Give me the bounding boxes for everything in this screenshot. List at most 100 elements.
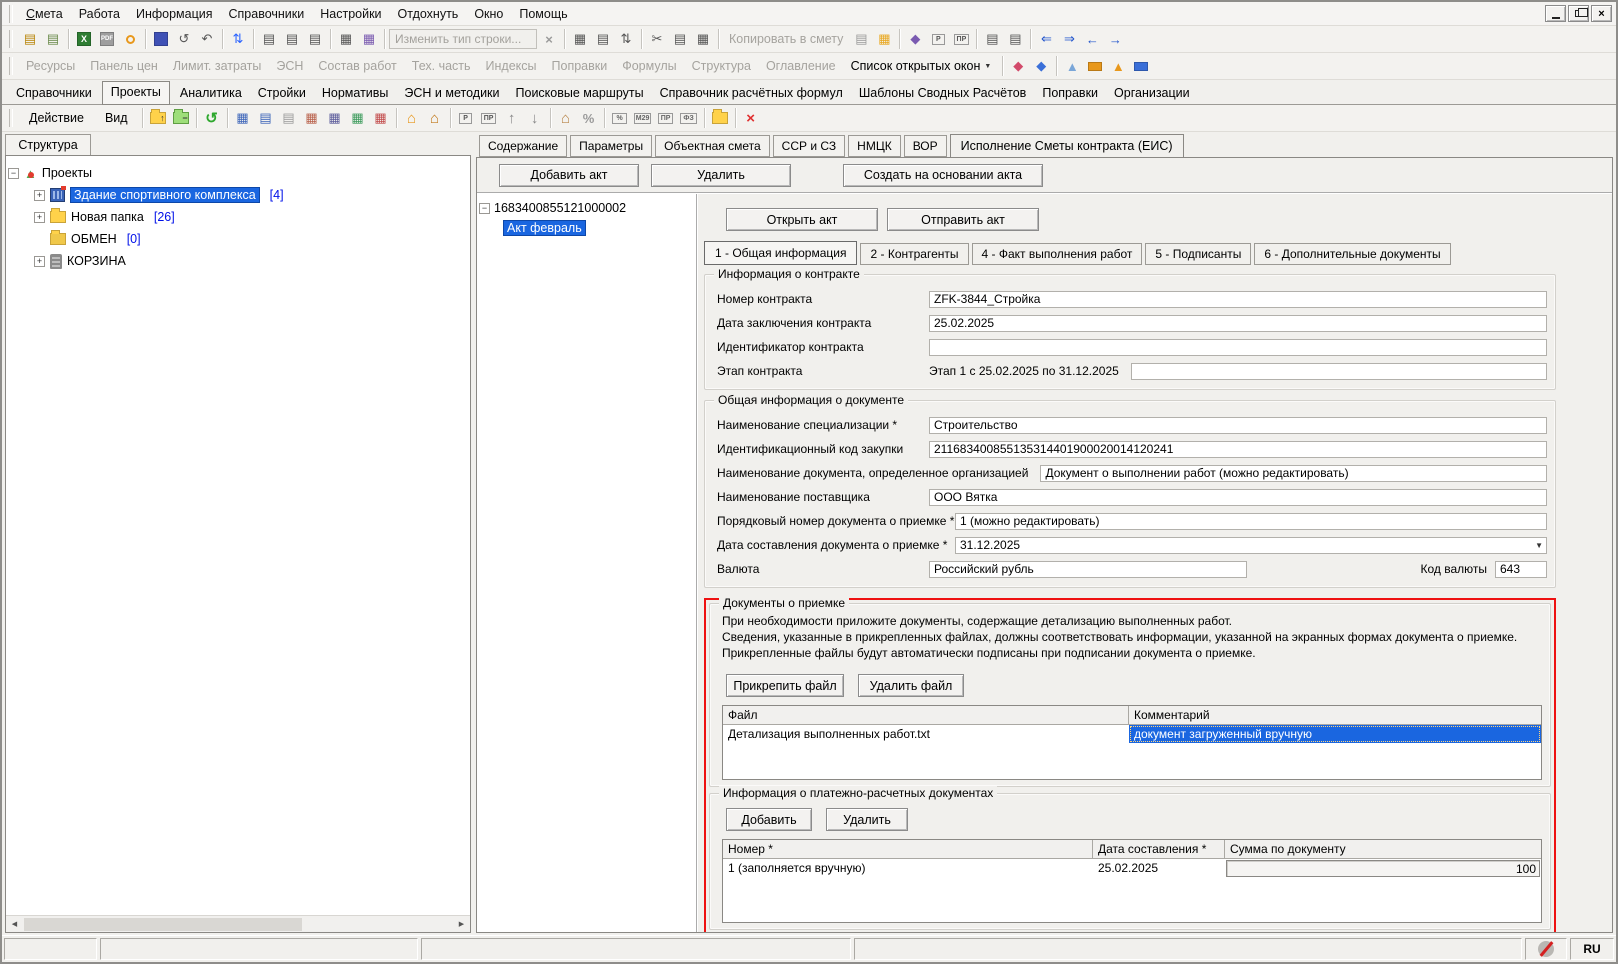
chevron-down-icon[interactable]: ▼: [1535, 541, 1543, 550]
paste-special-icon[interactable]: ▦: [873, 28, 895, 50]
house-doc-icon[interactable]: ⌂: [424, 107, 446, 129]
pr-doc-icon[interactable]: ПР: [950, 28, 972, 50]
houses-group-icon[interactable]: ⌂: [555, 107, 577, 129]
undo-icon[interactable]: ↶: [196, 28, 218, 50]
tab-organizatsii[interactable]: Организации: [1108, 83, 1196, 104]
awning-icon[interactable]: ▲: [1107, 55, 1129, 77]
menu-vid[interactable]: Вид: [95, 111, 138, 125]
tab-ispolnenie-smety[interactable]: Исполнение Сметы контракта (ЕИС): [950, 134, 1184, 158]
col-number[interactable]: Номер *: [723, 840, 1093, 859]
tab-vor[interactable]: ВОР: [904, 135, 947, 157]
menu-item-nastroyki[interactable]: Настройки: [312, 4, 389, 24]
file-table-row[interactable]: Детализация выполненных работ.txt докуме…: [723, 725, 1541, 743]
ftab-fakt-vypolneniya[interactable]: 4 - Факт выполнения работ: [972, 243, 1143, 265]
ftab-dop-dokumenty[interactable]: 6 - Дополнительные документы: [1254, 243, 1450, 265]
percent-icon[interactable]: %: [609, 107, 631, 129]
open-act-button[interactable]: Открыть акт: [726, 208, 878, 231]
delete-act-button[interactable]: Удалить: [651, 164, 791, 187]
import-doc-icon[interactable]: ▦: [347, 107, 369, 129]
create-from-act-button[interactable]: Создать на основании акта: [843, 164, 1043, 187]
view-indeksy[interactable]: Индексы: [479, 59, 544, 73]
tree-node-zdanie[interactable]: + Здание спортивного комплекса [4]: [8, 184, 468, 206]
menu-item-smeta[interactable]: Смета: [18, 4, 71, 24]
replace-doc-icon[interactable]: ⇅: [227, 28, 249, 50]
delete-node-icon[interactable]: ×: [740, 107, 762, 129]
copy-object-icon[interactable]: ▦: [358, 28, 380, 50]
refresh-tree-icon[interactable]: ↺: [201, 107, 223, 129]
open-windows-dropdown[interactable]: Список открытых окон ▼: [844, 59, 999, 73]
tab-esn-metodiki[interactable]: ЭСН и методики: [398, 83, 505, 104]
page-settings-icon[interactable]: ▤: [281, 28, 303, 50]
tab-parametry[interactable]: Параметры: [570, 135, 652, 157]
payment-sum-field[interactable]: 100: [1226, 860, 1540, 877]
purchase-code-field[interactable]: 211683400855135314401900020014120241: [929, 441, 1547, 458]
contract-date-field[interactable]: 25.02.2025: [929, 315, 1547, 332]
currency-field[interactable]: Российский рубль: [929, 561, 1247, 578]
level-down-icon[interactable]: ⇒: [1058, 28, 1080, 50]
view-sostav-rabot[interactable]: Состав работ: [311, 59, 403, 73]
move-down-icon[interactable]: ↓: [524, 107, 546, 129]
tab-obektnaya-smeta[interactable]: Объектная смета: [655, 135, 770, 157]
tab-analitika[interactable]: Аналитика: [174, 83, 248, 104]
tab-normativy[interactable]: Нормативы: [316, 83, 395, 104]
copy-icon[interactable]: ▤: [669, 28, 691, 50]
layers-blue-icon[interactable]: ◆: [1030, 55, 1052, 77]
scroll-right-button[interactable]: ▶: [453, 916, 470, 932]
minimize-button[interactable]: [1545, 5, 1566, 22]
export-doc-icon[interactable]: ▦: [370, 107, 392, 129]
ftab-kontragenty[interactable]: 2 - Контрагенты: [860, 243, 968, 265]
film-doc-icon[interactable]: ▦: [324, 107, 346, 129]
tree-settings-icon[interactable]: ▤: [981, 28, 1003, 50]
act-root-row[interactable]: − 1683400855121000002: [479, 198, 694, 218]
move-up-icon[interactable]: ↑: [501, 107, 523, 129]
tab-popravki[interactable]: Поправки: [1036, 83, 1104, 104]
horizontal-scrollbar[interactable]: ◀ ▶: [6, 915, 470, 932]
col-comment[interactable]: Комментарий: [1129, 706, 1541, 725]
estimate-calc-icon[interactable]: ▦: [301, 107, 323, 129]
copy-page-icon[interactable]: ▤: [850, 28, 872, 50]
col-sum[interactable]: Сумма по документу: [1225, 840, 1541, 859]
truck-orange-icon[interactable]: [1084, 55, 1106, 77]
menu-item-otdohnut[interactable]: Отдохнуть: [390, 4, 467, 24]
doc-exchange-icon[interactable]: ▤: [592, 28, 614, 50]
view-resursy[interactable]: Ресурсы: [19, 59, 82, 73]
folder-collapse-icon[interactable]: −: [170, 107, 192, 129]
tab-spravochnik-formul[interactable]: Справочник расчётных формул: [654, 83, 849, 104]
act-item-row[interactable]: Акт февраль: [479, 218, 694, 238]
print-icon[interactable]: ▦: [335, 28, 357, 50]
tree-node-obmen[interactable]: ОБМЕН [0]: [8, 228, 468, 250]
currency-code-field[interactable]: 643: [1495, 561, 1547, 578]
add-structure-icon[interactable]: ▤: [42, 28, 64, 50]
tree-node-proekty[interactable]: − ▲ Проекты: [8, 162, 468, 184]
tab-nmck[interactable]: НМЦК: [848, 135, 901, 157]
pr-report-icon[interactable]: ПР: [655, 107, 677, 129]
clear-row-type-icon[interactable]: ×: [538, 28, 560, 50]
doc-settings-icon[interactable]: ▤: [258, 28, 280, 50]
add-act-button[interactable]: Добавить акт: [499, 164, 639, 187]
save-icon[interactable]: [150, 28, 172, 50]
tab-proekty[interactable]: Проекты: [102, 81, 170, 105]
view-struktura[interactable]: Структура: [685, 59, 758, 73]
col-date[interactable]: Дата составления *: [1093, 840, 1225, 859]
view-oglavlenie[interactable]: Оглавление: [759, 59, 843, 73]
row-type-combo[interactable]: Изменить тип строки...: [389, 29, 537, 49]
doc-number-field[interactable]: 1 (можно редактировать): [955, 513, 1547, 530]
tab-ssr-sz[interactable]: ССР и СЗ: [773, 135, 846, 157]
file-comment-cell[interactable]: документ загруженный вручную: [1129, 725, 1541, 743]
tab-soderzhanie[interactable]: Содержание: [479, 135, 567, 157]
menu-deystvie[interactable]: Действие: [19, 111, 94, 125]
table-sum-icon[interactable]: ▦: [569, 28, 591, 50]
excel-export-icon[interactable]: X: [73, 28, 95, 50]
tab-poiskovye-marshruty[interactable]: Поисковые маршруты: [510, 83, 650, 104]
house-add-icon[interactable]: ⌂: [401, 107, 423, 129]
expand-icon[interactable]: +: [34, 190, 45, 201]
reload-icon[interactable]: ↺: [173, 28, 195, 50]
collapse-icon[interactable]: −: [8, 168, 19, 179]
supplier-field[interactable]: ООО Вятка: [929, 489, 1547, 506]
scrollbar-thumb[interactable]: [24, 918, 302, 931]
expand-icon[interactable]: +: [34, 256, 45, 267]
payment-table-row[interactable]: 1 (заполняется вручную) 25.02.2025 100: [723, 859, 1541, 878]
paste-icon[interactable]: ▦: [692, 28, 714, 50]
restore-button[interactable]: [1568, 5, 1589, 22]
tab-stroyki[interactable]: Стройки: [252, 83, 312, 104]
